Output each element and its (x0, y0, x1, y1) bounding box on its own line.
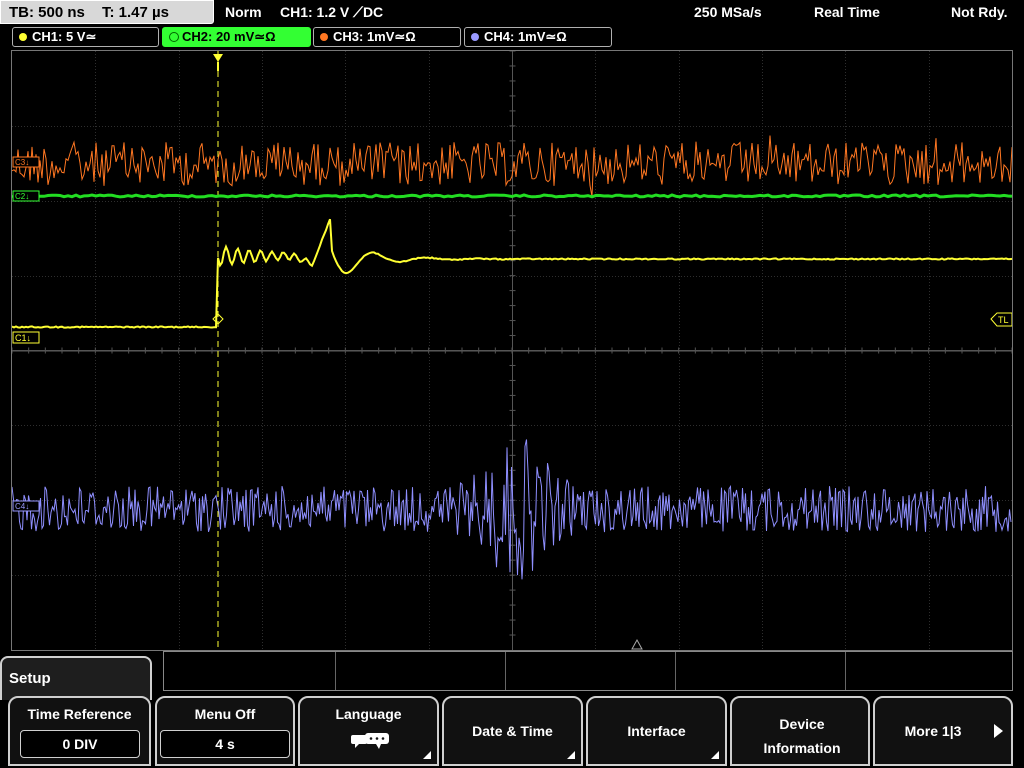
c3-marker-label: C3↓ (15, 158, 29, 167)
trigger-time-value: T: 1.47 µs (102, 4, 170, 21)
c2-marker-label: C2↓ (15, 192, 29, 201)
channel-tab-ch2[interactable]: CH2: 20 mV≃Ω (162, 27, 311, 47)
c4-marker: C4↓ (12, 500, 40, 512)
softkey-label: Device Information (763, 716, 841, 756)
ch4-color-icon (471, 33, 479, 41)
softkey-label: More 1|3 (904, 723, 962, 739)
softkey-label: Date & Time (472, 723, 553, 739)
language-icon (351, 733, 389, 749)
time-reference-marker-icon (631, 638, 643, 650)
status-bar: TB: 500 ns T: 1.47 µs Norm CH1: 1.2 V ⟋D… (0, 0, 1024, 26)
submenu-corner-icon (711, 751, 719, 759)
ch2-waveform (12, 193, 1012, 199)
ch1-color-icon (19, 33, 27, 41)
ch3-color-icon (320, 33, 328, 41)
channel-tab-ch1[interactable]: CH1: 5 V≃ (12, 27, 159, 47)
trigger-state: Not Rdy. (951, 4, 1008, 20)
date-time-softkey[interactable]: Date & Time (442, 696, 583, 766)
softkey-label: Time Reference (27, 706, 132, 722)
device-information-softkey[interactable]: Device Information (730, 696, 870, 766)
strip-divider (505, 652, 506, 690)
ch4-waveform (12, 439, 1012, 580)
strip-divider (845, 652, 846, 690)
c2-marker: C2↓ (12, 190, 40, 202)
softkey-label: Interface (627, 723, 686, 739)
c1-marker-label: C1↓ (15, 333, 31, 343)
trigger-source[interactable]: CH1: 1.2 V ⟋DC (280, 4, 383, 21)
menu-title-tab: Setup (0, 656, 152, 700)
menu-title: Setup (9, 670, 51, 687)
strip-divider (675, 652, 676, 690)
ch3-label: CH3: 1mV≃Ω (333, 29, 416, 44)
softkey-label: Language (335, 706, 402, 722)
strip-divider (335, 652, 336, 690)
waveform-canvas: C3↓ C2↓ C1↓ C4↓ TL (12, 51, 1012, 650)
menu-off-value: 4 s (160, 730, 290, 758)
language-softkey[interactable]: Language (298, 696, 439, 766)
ch2-label: CH2: 20 mV≃Ω (182, 29, 276, 44)
trigger-mode[interactable]: Norm (225, 4, 262, 20)
menu-off-softkey[interactable]: Menu Off 4 s (155, 696, 295, 766)
ch2-color-icon (169, 32, 179, 42)
graticule-grid (12, 51, 1012, 650)
trigger-level-marker: TL (990, 312, 1012, 327)
sample-rate: 250 MSa/s (694, 4, 762, 20)
softkey-label: Menu Off (194, 706, 256, 722)
c4-marker-label: C4↓ (15, 502, 29, 511)
ch1-label: CH1: 5 V≃ (32, 29, 97, 44)
acquisition-mode: Real Time (814, 4, 880, 20)
interface-softkey[interactable]: Interface (586, 696, 727, 766)
ch4-label: CH4: 1mV≃Ω (484, 29, 567, 44)
more-softkey[interactable]: More 1|3 (873, 696, 1013, 766)
c1-marker: C1↓ (12, 331, 40, 344)
time-reference-softkey[interactable]: Time Reference 0 DIV (8, 696, 151, 766)
waveform-display[interactable]: C3↓ C2↓ C1↓ C4↓ TL (11, 50, 1013, 651)
trigger-level-label: TL (998, 315, 1009, 325)
info-strip (163, 651, 1013, 691)
channel-tab-ch4[interactable]: CH4: 1mV≃Ω (464, 27, 612, 47)
trigger-position-icon (213, 54, 223, 62)
timebase-value: TB: 500 ns (9, 4, 85, 21)
time-reference-value: 0 DIV (20, 730, 140, 758)
next-page-arrow-icon (994, 724, 1003, 738)
timebase-box[interactable]: TB: 500 ns T: 1.47 µs (0, 0, 214, 24)
channel-tab-ch3[interactable]: CH3: 1mV≃Ω (313, 27, 461, 47)
c3-marker: C3↓ (12, 156, 40, 168)
submenu-corner-icon (567, 751, 575, 759)
submenu-corner-icon (423, 751, 431, 759)
